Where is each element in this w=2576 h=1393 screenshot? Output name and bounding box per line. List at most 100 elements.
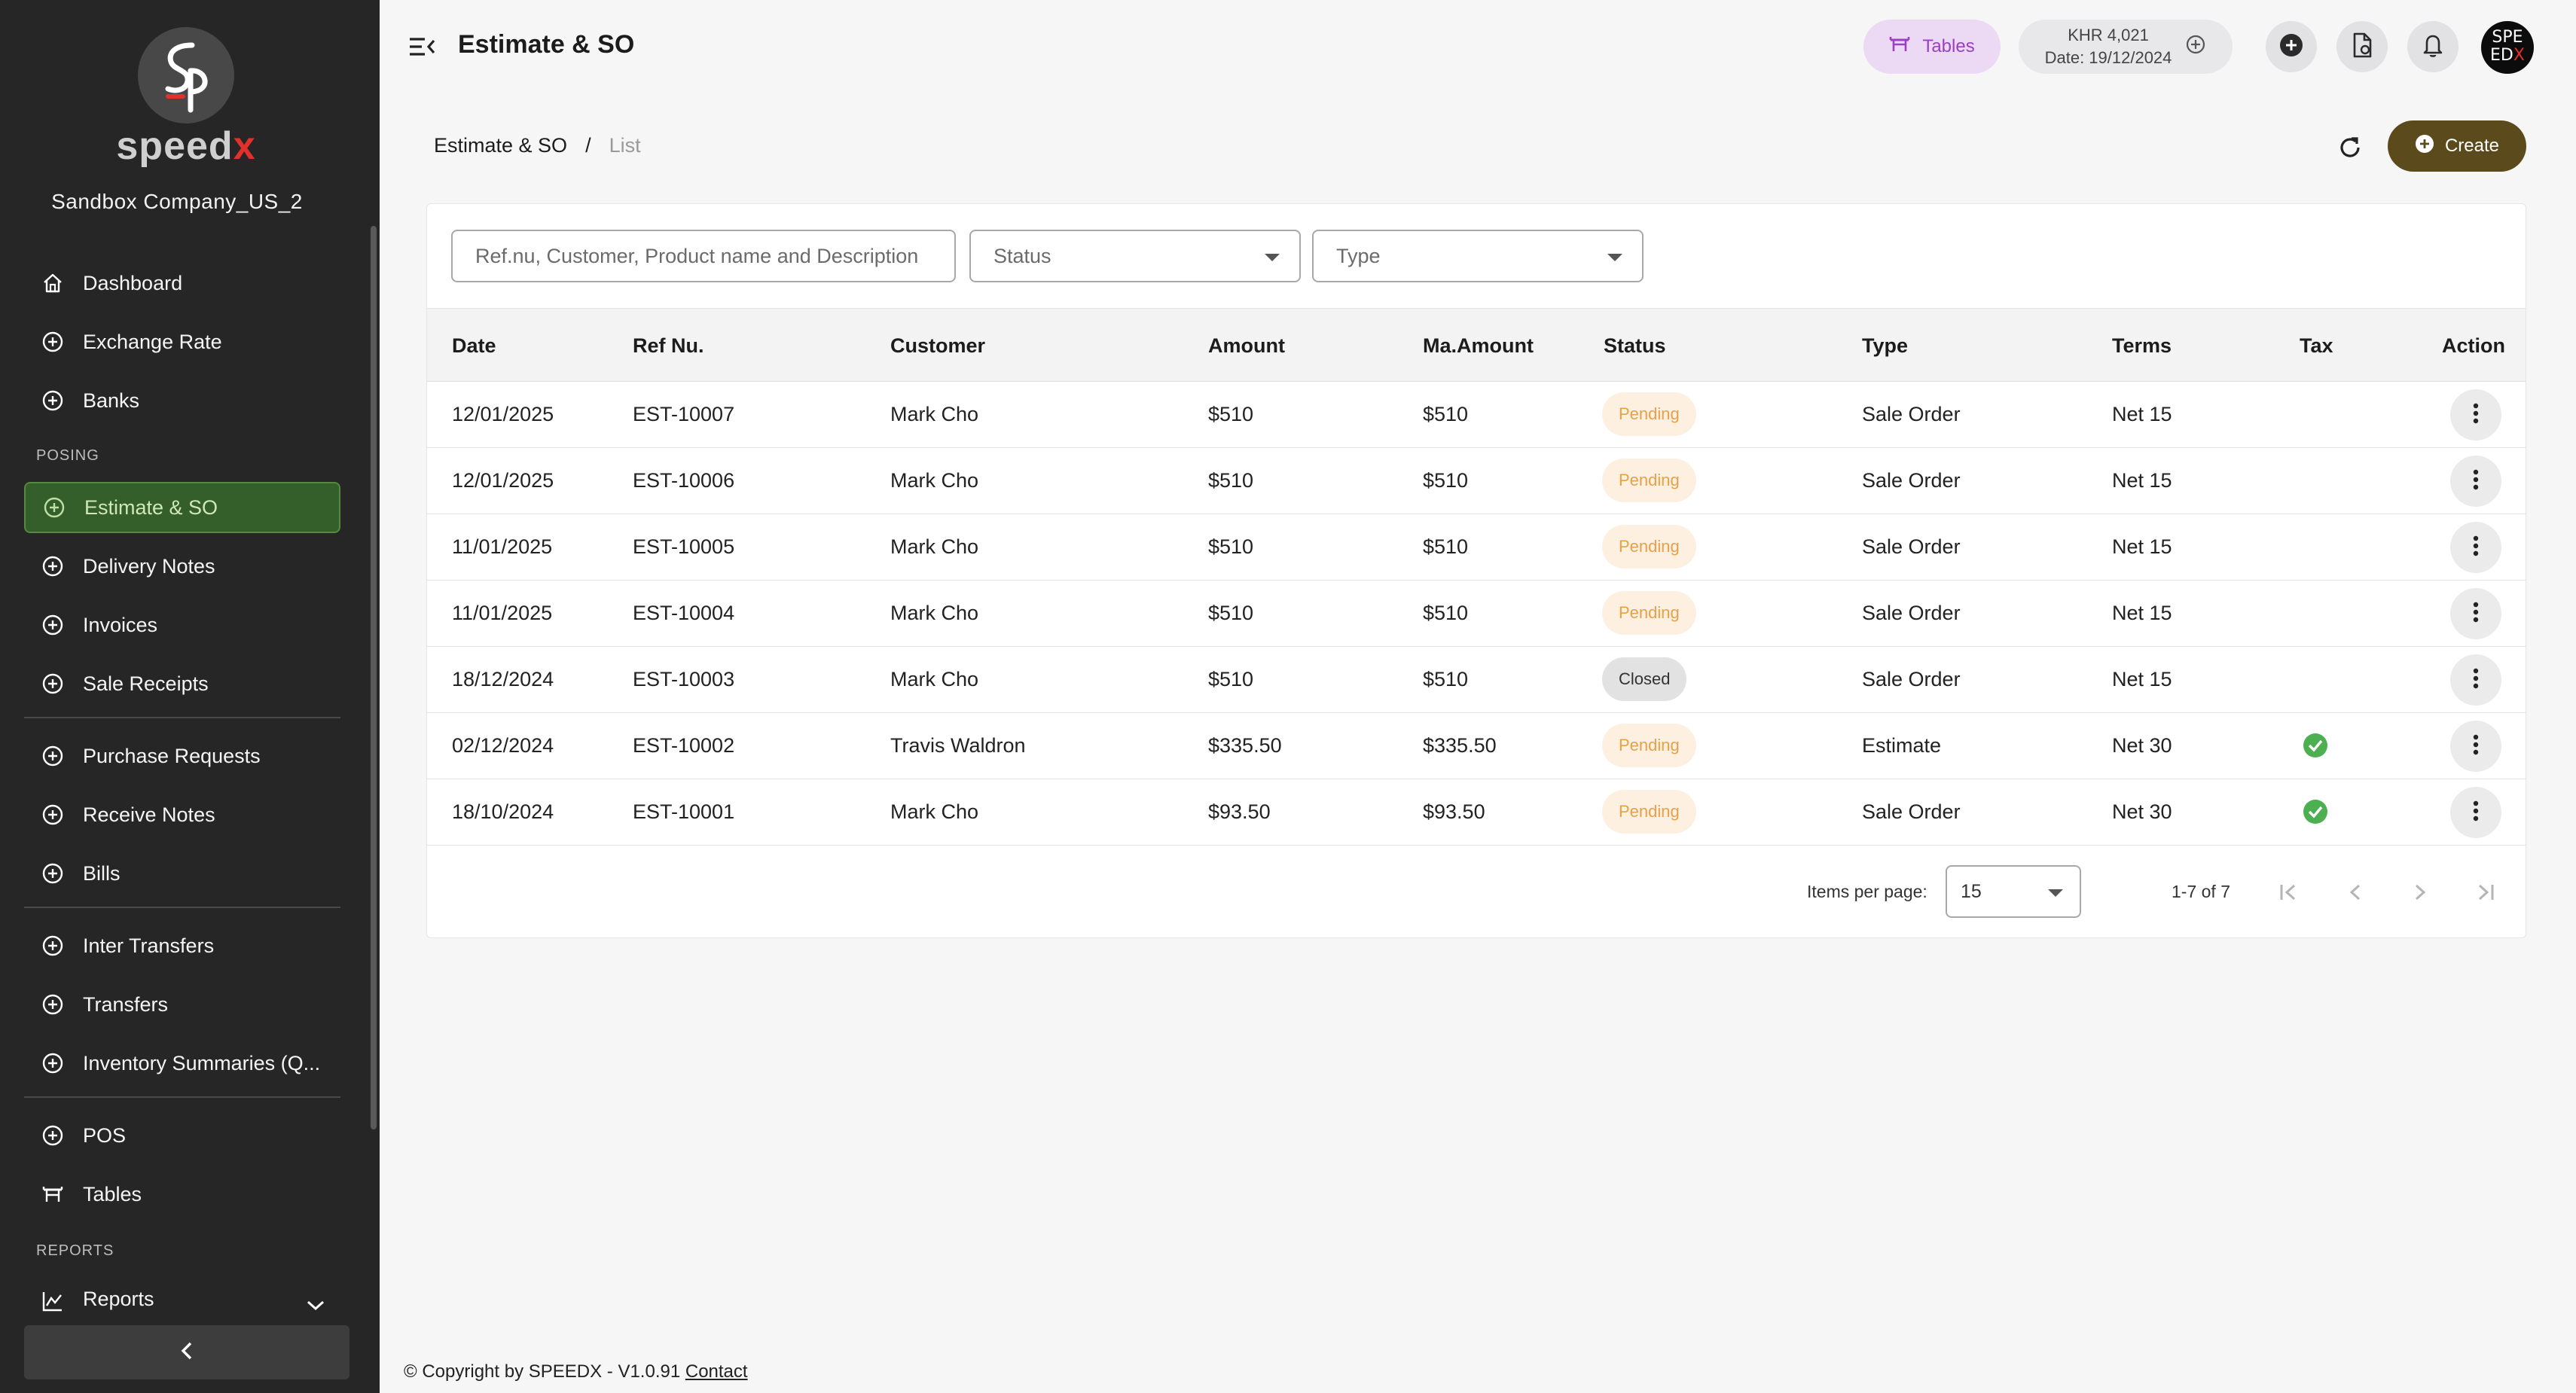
exchange-rate-pill[interactable]: KHR 4,021 Date: 19/12/2024	[2019, 20, 2233, 74]
table-row[interactable]: 02/12/2024 EST-10002 Travis Waldron $335…	[427, 713, 2526, 779]
cell-amount: $510	[1208, 602, 1254, 624]
row-actions-button[interactable]	[2450, 654, 2501, 706]
sidebar-scrollbar[interactable]	[371, 226, 377, 1129]
table-row[interactable]: 12/01/2025 EST-10007 Mark Cho $510 $510 …	[427, 382, 2526, 448]
cell-ma-amount: $510	[1423, 469, 1469, 492]
column-header-ref[interactable]: Ref Nu.	[633, 334, 704, 358]
plus-circle-filled-icon	[2415, 134, 2434, 159]
sidebar-item-invoices[interactable]: Invoices	[24, 599, 340, 651]
row-actions-button[interactable]	[2450, 522, 2501, 573]
section-label-reports: REPORTS	[36, 1242, 114, 1259]
table-row[interactable]: 11/01/2025 EST-10004 Mark Cho $510 $510 …	[427, 581, 2526, 647]
row-actions-button[interactable]	[2450, 787, 2501, 838]
contact-link[interactable]: Contact	[685, 1361, 748, 1382]
row-actions-button[interactable]	[2450, 456, 2501, 507]
items-per-page-select[interactable]: 15	[1946, 865, 2081, 918]
status-badge: Pending	[1602, 525, 1696, 568]
refresh-icon[interactable]	[2335, 133, 2365, 163]
sidebar-item-label: Invoices	[83, 613, 158, 636]
type-select[interactable]: Type	[1312, 230, 1644, 282]
status-badge: Closed	[1602, 657, 1687, 701]
brand-name-accent: x	[233, 124, 256, 168]
tables-button[interactable]: Tables	[1863, 20, 2001, 74]
sidebar-item-banks[interactable]: Banks	[24, 375, 340, 426]
table-row[interactable]: 12/01/2025 EST-10006 Mark Cho $510 $510 …	[427, 448, 2526, 514]
status-placeholder: Status	[993, 244, 1051, 267]
sidebar-item-estimate-so[interactable]: Estimate & SO	[24, 482, 340, 533]
cell-date: 02/12/2024	[452, 734, 554, 757]
breadcrumb: Estimate & SO / List	[434, 134, 641, 157]
row-actions-button[interactable]	[2450, 588, 2501, 639]
column-header-status[interactable]: Status	[1604, 334, 1666, 358]
dropdown-arrow-icon	[2048, 889, 2063, 897]
document-button[interactable]	[2336, 21, 2388, 72]
quick-add-button[interactable]	[2266, 21, 2317, 72]
table-row[interactable]: 18/10/2024 EST-10001 Mark Cho $93.50 $93…	[427, 779, 2526, 846]
status-badge: Pending	[1602, 790, 1696, 834]
avatar[interactable]: SPE EDX	[2481, 21, 2534, 74]
cell-ref: EST-10007	[633, 403, 735, 425]
table-row[interactable]: 18/12/2024 EST-10003 Mark Cho $510 $510 …	[427, 647, 2526, 713]
sidebar-item-dashboard[interactable]: Dashboard	[24, 258, 340, 309]
footer: © Copyright by SPEEDX - V1.0.91 Contact	[404, 1361, 748, 1382]
sidebar-item-inter-transfers[interactable]: Inter Transfers	[24, 920, 340, 971]
sidebar-item-label: Delivery Notes	[83, 554, 215, 578]
exchange-rate-text: KHR 4,021 Date: 19/12/2024	[2045, 24, 2172, 69]
sidebar-item-tables[interactable]: Tables	[24, 1169, 340, 1220]
plus-circle-icon[interactable]	[2185, 34, 2206, 59]
column-header-ma-amount[interactable]: Ma.Amount	[1423, 334, 1534, 358]
sidebar-divider	[24, 907, 340, 908]
breadcrumb-root[interactable]: Estimate & SO	[434, 134, 567, 157]
cell-type: Sale Order	[1862, 403, 1961, 425]
avatar-text-bottom: EDX	[2481, 47, 2534, 65]
row-actions-button[interactable]	[2450, 389, 2501, 440]
sidebar-item-bills[interactable]: Bills	[24, 848, 340, 899]
sidebar-item-purchase-requests[interactable]: Purchase Requests	[24, 730, 340, 782]
sidebar-item-sale-receipts[interactable]: Sale Receipts	[24, 658, 340, 709]
cell-ref: EST-10004	[633, 602, 735, 624]
status-select[interactable]: Status	[969, 230, 1301, 282]
sidebar-item-label: Banks	[83, 389, 140, 412]
sidebar-item-transfers[interactable]: Transfers	[24, 979, 340, 1030]
collapse-sidebar-button[interactable]	[24, 1325, 349, 1379]
dropdown-arrow-icon	[1265, 254, 1280, 261]
plus-circle-icon	[39, 328, 66, 355]
search-input[interactable]: Ref.nu, Customer, Product name and Descr…	[451, 230, 956, 282]
more-vertical-icon	[2472, 733, 2480, 760]
sidebar-item-exchange-rate[interactable]: Exchange Rate	[24, 316, 340, 367]
avatar-text-bottom-b: X	[2513, 46, 2525, 65]
sidebar-item-label: Estimate & SO	[84, 495, 218, 519]
create-button[interactable]: Create	[2388, 120, 2526, 172]
row-actions-button[interactable]	[2450, 721, 2501, 772]
cell-type: Sale Order	[1862, 668, 1961, 690]
notifications-button[interactable]	[2407, 21, 2458, 72]
column-header-tax[interactable]: Tax	[2300, 334, 2333, 358]
sidebar-item-delivery-notes[interactable]: Delivery Notes	[24, 541, 340, 592]
column-header-date[interactable]: Date	[452, 334, 496, 358]
sidebar-item-reports[interactable]: Reports	[24, 1274, 340, 1327]
first-page-icon[interactable]	[2274, 877, 2304, 907]
menu-toggle-icon[interactable]	[407, 33, 437, 60]
pagination-range: 1-7 of 7	[2172, 882, 2230, 901]
cell-customer: Mark Cho	[890, 602, 979, 624]
sidebar-item-inventory-summaries[interactable]: Inventory Summaries (Q...	[24, 1038, 340, 1089]
search-placeholder: Ref.nu, Customer, Product name and Descr…	[475, 244, 919, 267]
more-vertical-icon	[2472, 601, 2480, 627]
sidebar-item-receive-notes[interactable]: Receive Notes	[24, 789, 340, 840]
table-row[interactable]: 11/01/2025 EST-10005 Mark Cho $510 $510 …	[427, 514, 2526, 581]
column-header-customer[interactable]: Customer	[890, 334, 985, 358]
column-header-type[interactable]: Type	[1862, 334, 1908, 358]
column-header-action: Action	[2442, 334, 2505, 357]
column-header-terms[interactable]: Terms	[2112, 334, 2172, 358]
plus-circle-filled-icon	[2278, 32, 2305, 62]
sidebar-item-label: Inter Transfers	[83, 934, 215, 957]
cell-terms: Net 15	[2112, 602, 2172, 624]
column-header-amount[interactable]: Amount	[1208, 334, 1285, 358]
sidebar-item-pos[interactable]: POS	[24, 1110, 340, 1161]
cell-amount: $510	[1208, 403, 1254, 425]
sidebar-item-label: Transfers	[83, 992, 169, 1016]
last-page-icon[interactable]	[2470, 877, 2500, 907]
cell-terms: Net 30	[2112, 734, 2172, 757]
next-page-icon[interactable]	[2405, 877, 2435, 907]
previous-page-icon[interactable]	[2340, 877, 2370, 907]
